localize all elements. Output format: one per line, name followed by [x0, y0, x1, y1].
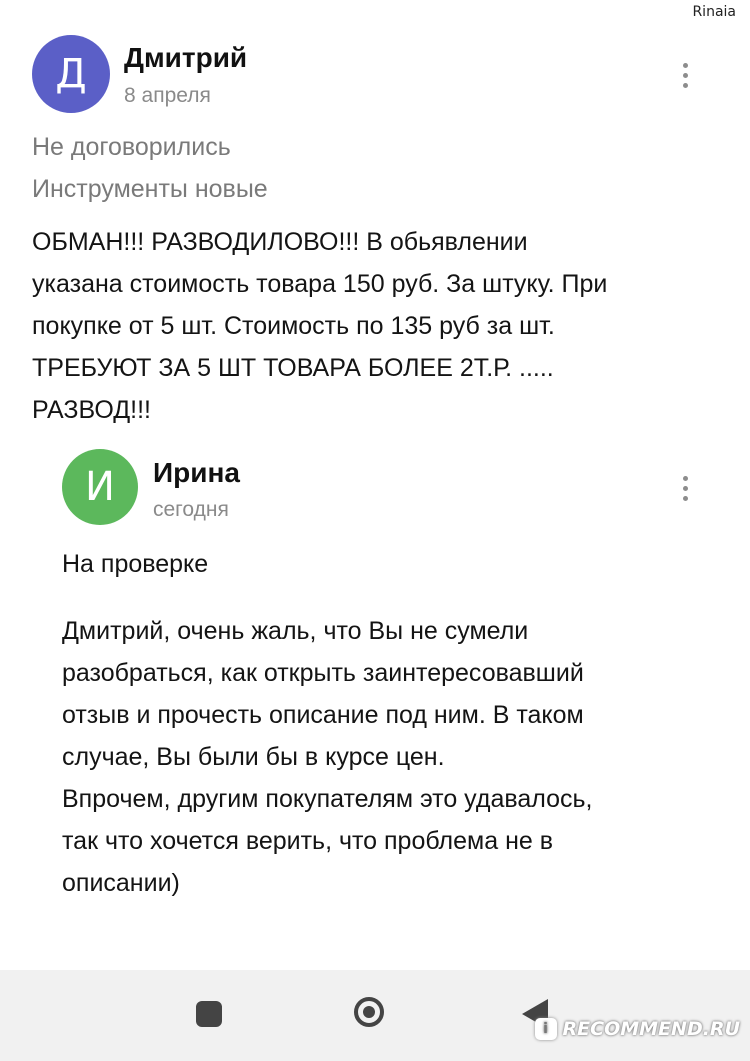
brand-watermark-text: RECOMMEND.RU — [562, 1018, 740, 1040]
recommend-logo-icon: i — [534, 1018, 557, 1040]
reply-status: На проверке — [62, 550, 209, 578]
review-text: ОБМАН!!! РАЗВОДИЛОВО!!! В обьявлении ука… — [32, 228, 608, 424]
item-category: Инструменты новые — [32, 175, 268, 203]
reply-author-name[interactable]: Ирина — [153, 457, 240, 489]
reply-avatar[interactable]: И — [62, 449, 138, 525]
more-vert-icon[interactable] — [680, 476, 690, 501]
more-vert-icon[interactable] — [680, 63, 690, 88]
square-icon[interactable] — [196, 1001, 222, 1027]
author-avatar[interactable]: Д — [32, 35, 110, 113]
reply-date: сегодня — [153, 498, 229, 521]
deal-status: Не договорились — [32, 133, 231, 161]
reply-text: Дмитрий, очень жаль, что Вы не сумели ра… — [62, 617, 593, 897]
avatar-letter: И — [85, 464, 115, 510]
system-navigation-bar: i RECOMMEND.RU — [0, 970, 750, 1061]
brand-watermark: i RECOMMEND.RU — [534, 1018, 740, 1040]
top-watermark: Rinaia — [692, 4, 736, 20]
circle-icon[interactable] — [354, 997, 384, 1027]
avatar-letter: Д — [55, 51, 87, 97]
review-date: 8 апреля — [124, 84, 211, 107]
author-name[interactable]: Дмитрий — [124, 42, 247, 74]
